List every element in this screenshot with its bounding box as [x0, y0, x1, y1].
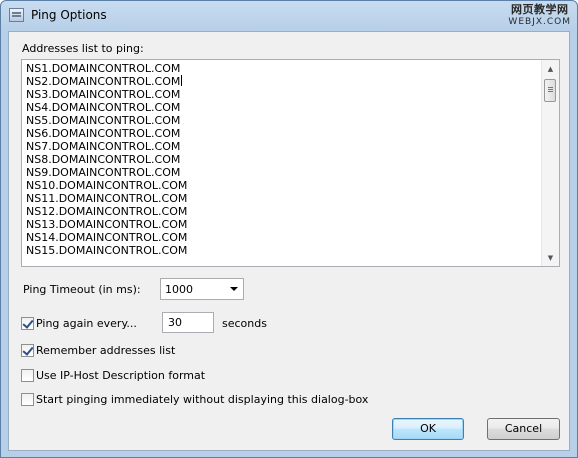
vertical-scrollbar[interactable]: ▲ ▼ [541, 60, 559, 266]
grip-icon [548, 87, 553, 88]
list-item[interactable]: NS14.DOMAINCONTROL.COM [26, 231, 187, 244]
ping-window-icon [9, 8, 24, 22]
timeout-label: Ping Timeout (in ms): [23, 283, 141, 296]
list-item[interactable]: NS4.DOMAINCONTROL.COM [26, 101, 187, 114]
ping-again-label[interactable]: Ping again every... [36, 317, 137, 330]
remember-addresses-label[interactable]: Remember addresses list [36, 344, 175, 357]
list-item[interactable]: NS3.DOMAINCONTROL.COM [26, 88, 187, 101]
iphost-format-checkbox[interactable] [21, 369, 34, 382]
list-item[interactable]: NS1.DOMAINCONTROL.COM [26, 62, 187, 75]
list-item[interactable]: NS2.DOMAINCONTROL.COM [26, 75, 180, 88]
list-item[interactable]: NS8.DOMAINCONTROL.COM [26, 153, 187, 166]
list-item[interactable]: NS15.DOMAINCONTROL.COM [26, 244, 187, 257]
seconds-label: seconds [222, 317, 267, 330]
cancel-button[interactable]: Cancel [487, 418, 560, 440]
list-item[interactable]: NS9.DOMAINCONTROL.COM [26, 166, 187, 179]
list-item[interactable]: NS10.DOMAINCONTROL.COM [26, 179, 187, 192]
scroll-up-arrow-icon[interactable]: ▲ [542, 60, 559, 77]
addresses-list: NS1.DOMAINCONTROL.COM NS2.DOMAINCONTROL.… [26, 62, 187, 257]
addresses-label: Addresses list to ping: [22, 42, 144, 55]
chevron-down-icon[interactable] [230, 287, 238, 291]
list-item[interactable]: NS11.DOMAINCONTROL.COM [26, 192, 187, 205]
ping-again-checkbox[interactable] [21, 317, 34, 330]
watermark-line2: WEBJX.COM [508, 17, 571, 27]
addresses-listbox[interactable]: NS1.DOMAINCONTROL.COM NS2.DOMAINCONTROL.… [21, 59, 560, 267]
scroll-down-arrow-icon[interactable]: ▼ [542, 249, 559, 266]
list-item-with-caret[interactable]: NS2.DOMAINCONTROL.COM [26, 75, 187, 88]
scrollbar-thumb[interactable] [544, 79, 556, 102]
ping-options-window: Ping Options 网页教学网 WEBJX.COM Addresses l… [0, 0, 578, 458]
watermark-line1: 网页教学网 [510, 3, 569, 16]
text-caret [181, 75, 183, 86]
list-item[interactable]: NS7.DOMAINCONTROL.COM [26, 140, 187, 153]
window-title: Ping Options [31, 8, 107, 22]
start-immediately-label[interactable]: Start pinging immediately without displa… [36, 393, 368, 406]
ping-interval-value: 30 [168, 316, 182, 329]
ping-interval-input[interactable]: 30 [162, 312, 214, 333]
iphost-format-label[interactable]: Use IP-Host Description format [36, 369, 205, 382]
list-item[interactable]: NS5.DOMAINCONTROL.COM [26, 114, 187, 127]
watermark-logo: 网页教学网 WEBJX.COM [508, 4, 571, 28]
timeout-value: 1000 [165, 283, 193, 296]
dialog-body: Addresses list to ping: NS1.DOMAINCONTRO… [8, 31, 570, 451]
title-bar[interactable]: Ping Options 网页教学网 WEBJX.COM [1, 1, 577, 31]
list-item[interactable]: NS13.DOMAINCONTROL.COM [26, 218, 187, 231]
list-item[interactable]: NS6.DOMAINCONTROL.COM [26, 127, 187, 140]
start-immediately-checkbox[interactable] [21, 393, 34, 406]
remember-addresses-checkbox[interactable] [21, 344, 34, 357]
timeout-select[interactable]: 1000 [160, 278, 244, 300]
ok-button[interactable]: OK [392, 418, 464, 440]
list-item[interactable]: NS12.DOMAINCONTROL.COM [26, 205, 187, 218]
